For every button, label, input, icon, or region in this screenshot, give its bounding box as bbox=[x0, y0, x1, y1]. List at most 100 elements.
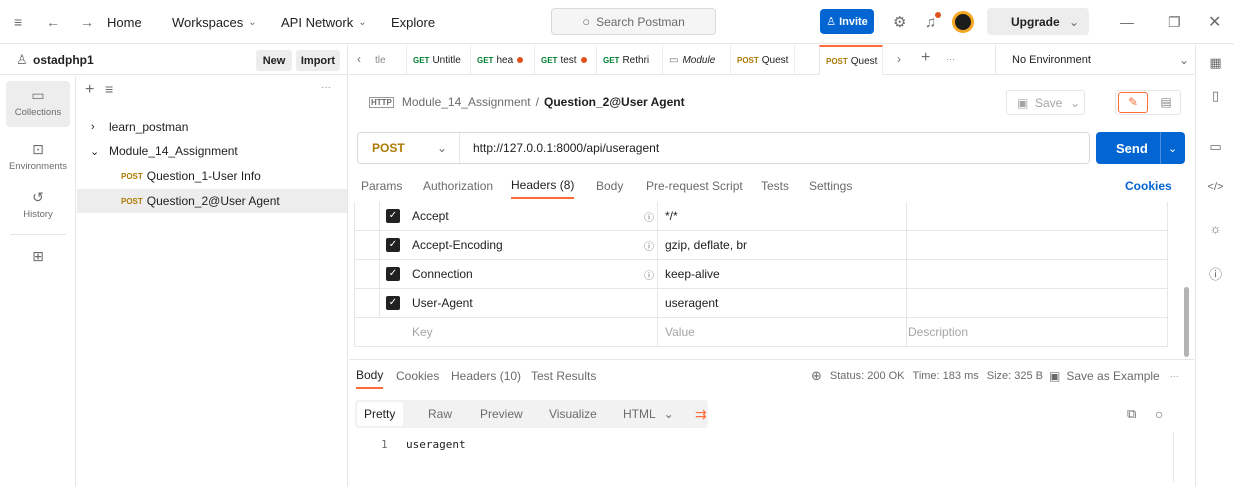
tab-rethrive[interactable]: GET Rethri bbox=[597, 45, 663, 75]
tab-settings[interactable]: Settings bbox=[809, 173, 852, 199]
tab-headers[interactable]: Headers (8) bbox=[511, 173, 575, 199]
new-tab-plus-icon[interactable]: + bbox=[921, 49, 930, 67]
header-value[interactable]: keep-alive bbox=[665, 267, 720, 281]
tab-response-body[interactable]: Body bbox=[356, 363, 384, 389]
filter-icon[interactable]: ≡ bbox=[105, 81, 113, 97]
invite-button[interactable]: ♙ Invite bbox=[820, 9, 874, 34]
settings-gear-icon[interactable]: ⚙ bbox=[893, 0, 906, 44]
info-icon[interactable]: ⓘ bbox=[644, 267, 654, 282]
forward-arrow-icon[interactable]: → bbox=[80, 0, 94, 44]
search-icon[interactable]: ○ bbox=[1155, 400, 1163, 428]
wrap-lines-icon[interactable]: ⇉ bbox=[695, 400, 707, 428]
save-as-example-button[interactable]: ▣ Save as Example ··· bbox=[1049, 363, 1179, 389]
checkbox[interactable]: ✓ bbox=[386, 238, 400, 252]
value-placeholder[interactable]: Value bbox=[665, 325, 695, 339]
tab-untitled-1[interactable]: GET Untitle bbox=[407, 45, 471, 75]
format-visualize[interactable]: Visualize bbox=[549, 400, 597, 428]
header-value[interactable]: */* bbox=[665, 209, 678, 223]
nav-workspaces[interactable]: Workspaces ⌄ bbox=[172, 0, 257, 44]
language-selector[interactable]: HTML ⌄ bbox=[615, 400, 682, 428]
request-question-1[interactable]: POST Question_1-User Info bbox=[77, 164, 347, 188]
header-key[interactable]: User-Agent bbox=[412, 296, 473, 310]
nav-home[interactable]: Home bbox=[107, 0, 142, 44]
cookies-link[interactable]: Cookies bbox=[1125, 173, 1172, 199]
tabs-scroll-left-icon[interactable]: ‹ bbox=[357, 52, 361, 66]
tab-untitled-0[interactable]: tle bbox=[369, 45, 407, 75]
code-icon[interactable]: </> bbox=[1196, 181, 1234, 193]
checkbox[interactable]: ✓ bbox=[386, 296, 400, 310]
breadcrumb-request[interactable]: Question_2@User Agent bbox=[544, 95, 685, 109]
format-preview[interactable]: Preview bbox=[480, 400, 523, 428]
response-body-text[interactable]: useragent bbox=[406, 438, 466, 451]
tab-params[interactable]: Params bbox=[361, 173, 402, 199]
breadcrumb-collection[interactable]: Module_14_Assignment bbox=[402, 95, 531, 109]
tab-question-2-active[interactable]: POST Quest bbox=[819, 45, 883, 75]
tab-response-headers[interactable]: Headers (10) bbox=[451, 363, 521, 389]
new-button[interactable]: New bbox=[256, 50, 292, 71]
header-key[interactable]: Connection bbox=[412, 267, 473, 281]
tab-test[interactable]: GET test bbox=[535, 45, 597, 75]
tab-options-icon[interactable]: ··· bbox=[946, 54, 955, 64]
avatar[interactable] bbox=[952, 11, 974, 33]
tab-body[interactable]: Body bbox=[596, 173, 623, 199]
more-options-icon[interactable]: ··· bbox=[321, 82, 331, 93]
notification-bell-icon[interactable]: ♫ bbox=[925, 0, 941, 44]
back-arrow-icon[interactable]: ← bbox=[46, 0, 60, 44]
tabs-scroll-right-icon[interactable]: › bbox=[897, 52, 901, 66]
lightbulb-icon[interactable]: ☼ bbox=[1196, 221, 1234, 236]
header-value[interactable]: useragent bbox=[665, 296, 718, 310]
tab-test-results[interactable]: Test Results bbox=[531, 363, 596, 389]
documentation-icon[interactable]: ▤ bbox=[1152, 92, 1180, 113]
plus-icon[interactable]: + bbox=[85, 81, 94, 99]
tab-head[interactable]: GET hea bbox=[471, 45, 535, 75]
nav-api-network[interactable]: API Network ⌄ bbox=[281, 0, 367, 44]
tab-tests[interactable]: Tests bbox=[761, 173, 789, 199]
minimize-icon[interactable]: — bbox=[1120, 0, 1134, 44]
maximize-icon[interactable]: ❐ bbox=[1168, 0, 1181, 44]
sidebar-item-history[interactable]: ↺ History bbox=[6, 189, 70, 220]
close-icon[interactable]: ✕ bbox=[1208, 0, 1221, 44]
copy-icon[interactable]: ⧉ bbox=[1127, 400, 1136, 428]
nav-explore[interactable]: Explore bbox=[391, 0, 435, 44]
time-text[interactable]: Time: 183 ms bbox=[913, 370, 979, 382]
menu-icon[interactable]: ≡ bbox=[14, 0, 22, 44]
tab-pre-request-script[interactable]: Pre-request Script bbox=[646, 173, 743, 199]
sidebar-item-environments[interactable]: ⊡ Environments bbox=[6, 141, 70, 172]
header-key[interactable]: Accept-Encoding bbox=[412, 238, 503, 252]
workspace-name[interactable]: ostadphp1 bbox=[33, 53, 94, 67]
chevron-down-icon[interactable]: ⌄ bbox=[1168, 142, 1177, 155]
save-button[interactable]: ▣ Save ⌄ bbox=[1006, 90, 1085, 115]
info-icon[interactable]: ⓘ bbox=[1196, 264, 1234, 283]
environment-selector[interactable]: No Environment ⌄ bbox=[995, 45, 1194, 75]
comments-icon[interactable]: ▭ bbox=[1196, 139, 1234, 155]
tab-response-cookies[interactable]: Cookies bbox=[396, 363, 439, 389]
tab-question-1[interactable]: POST Quest bbox=[731, 45, 795, 75]
header-key[interactable]: Accept bbox=[412, 209, 449, 223]
method-selector[interactable]: POST ⌄ bbox=[358, 133, 460, 163]
format-raw[interactable]: Raw bbox=[428, 400, 452, 428]
header-value[interactable]: gzip, deflate, br bbox=[665, 238, 747, 252]
format-pretty[interactable]: Pretty bbox=[364, 400, 395, 428]
info-icon[interactable]: ⓘ bbox=[644, 209, 654, 224]
upgrade-button[interactable]: Upgrade ⌄ bbox=[987, 8, 1089, 35]
checkbox[interactable]: ✓ bbox=[386, 267, 400, 281]
sidebar-item-collections[interactable]: ▭ Collections bbox=[6, 87, 70, 118]
search-input[interactable]: ○ Search Postman bbox=[551, 8, 716, 35]
collection-learn-postman[interactable]: › learn_postman bbox=[77, 115, 347, 139]
scrollbar-thumb[interactable] bbox=[1184, 287, 1189, 357]
status-text[interactable]: Status: 200 OK bbox=[830, 370, 905, 382]
key-placeholder[interactable]: Key bbox=[412, 325, 433, 339]
request-question-2[interactable]: POST Question_2@User Agent bbox=[77, 189, 347, 213]
tab-authorization[interactable]: Authorization bbox=[423, 173, 493, 199]
checkbox[interactable]: ✓ bbox=[386, 209, 400, 223]
sidebar-item-configure[interactable]: ⊞ bbox=[6, 248, 70, 268]
more-options-icon[interactable]: ··· bbox=[1170, 371, 1179, 381]
size-text[interactable]: Size: 325 B bbox=[987, 370, 1043, 382]
globe-icon[interactable]: ⊕ bbox=[811, 368, 822, 384]
tab-module[interactable]: ▭ Module bbox=[663, 45, 731, 75]
documentation-icon[interactable]: ▯ bbox=[1196, 88, 1234, 104]
import-button[interactable]: Import bbox=[296, 50, 340, 71]
send-button[interactable]: Send ⌄ bbox=[1096, 132, 1185, 164]
url-input[interactable]: http://127.0.0.1:8000/api/useragent bbox=[473, 141, 659, 155]
info-icon[interactable]: ⓘ bbox=[644, 238, 654, 253]
